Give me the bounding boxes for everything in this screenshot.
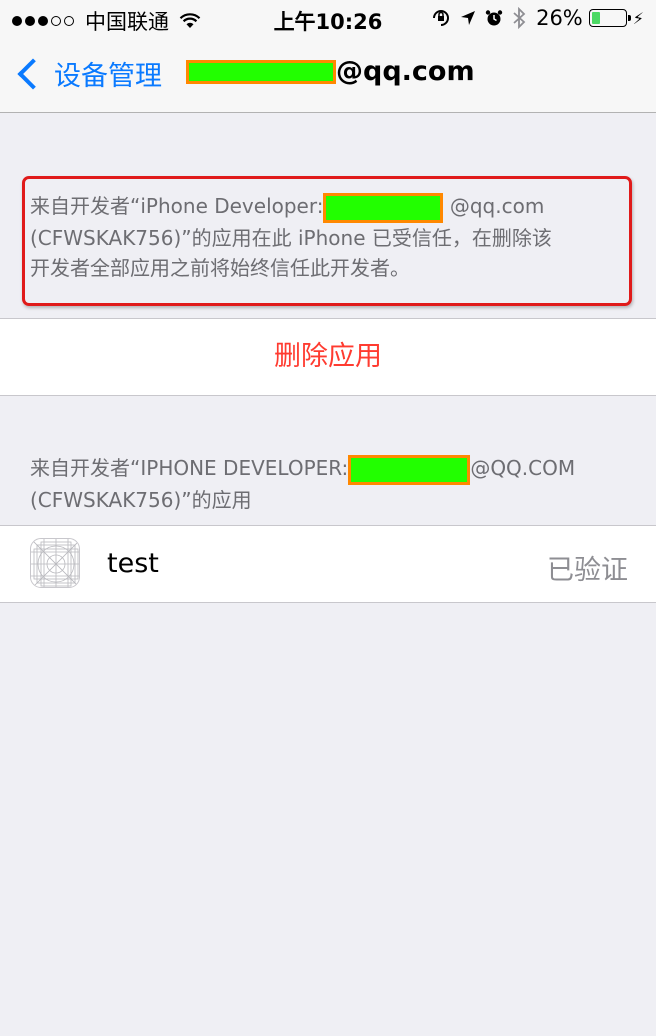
page-title-suffix: @qq.com [336, 56, 475, 87]
battery-icon [588, 9, 631, 27]
battery-fill [591, 12, 600, 24]
notice-email-suffix: @qq.com [449, 194, 545, 218]
apps-header-suffix: @QQ.COM [470, 456, 576, 480]
battery-percent: 26% [536, 6, 583, 30]
location-icon [461, 11, 476, 25]
app-name: test [107, 548, 159, 579]
battery-cap [627, 15, 631, 21]
apps-section-header: 来自开发者“IPHONE DEVELOPER: @QQ.COM (CFWSKAK7… [30, 453, 640, 516]
chevron-left-icon [17, 57, 49, 90]
trust-notice-line-3: 开发者全部应用之前将始终信任此开发者。 [30, 255, 410, 280]
app-row[interactable]: test 已验证 [0, 525, 656, 603]
back-button[interactable]: 设备管理 [14, 54, 162, 93]
apps-header-line-2: (CFWSKAK756)”的应用 [30, 487, 252, 512]
status-bar: 中国联通 上午10:26 26% ⚡ [0, 0, 656, 36]
delete-apps-label: 删除应用 [274, 341, 382, 372]
back-label: 设备管理 [54, 61, 162, 92]
charging-icon: ⚡ [632, 8, 644, 28]
trust-notice-line-2: (CFWSKAK756)”的应用在此 iPhone 已受信任，在删除该 [30, 225, 552, 250]
app-placeholder-icon [30, 538, 80, 588]
redaction-box [348, 454, 471, 485]
trust-notice-line-1: 来自开发者“iPhone Developer: @qq.com [30, 191, 630, 223]
trust-notice: 来自开发者“iPhone Developer: @qq.com (CFWSKAK… [30, 191, 630, 283]
bluetooth-icon [513, 7, 526, 29]
delete-apps-button[interactable]: 删除应用 [0, 318, 656, 396]
redaction-box [186, 59, 336, 84]
app-verification-status: 已验证 [547, 555, 628, 586]
redaction-box [323, 192, 444, 223]
apps-header-prefix: 来自开发者“IPHONE DEVELOPER: [30, 456, 349, 480]
apps-header-line-1: 来自开发者“IPHONE DEVELOPER: @QQ.COM [30, 453, 640, 485]
orientation-lock-icon [433, 10, 450, 26]
page-title: @qq.com [186, 56, 475, 87]
alarm-icon [485, 10, 503, 26]
nav-bar: 设备管理 @qq.com [0, 36, 656, 113]
notice-prefix: 来自开发者“iPhone Developer: [30, 194, 324, 218]
status-right: 26% ⚡ [422, 6, 644, 30]
